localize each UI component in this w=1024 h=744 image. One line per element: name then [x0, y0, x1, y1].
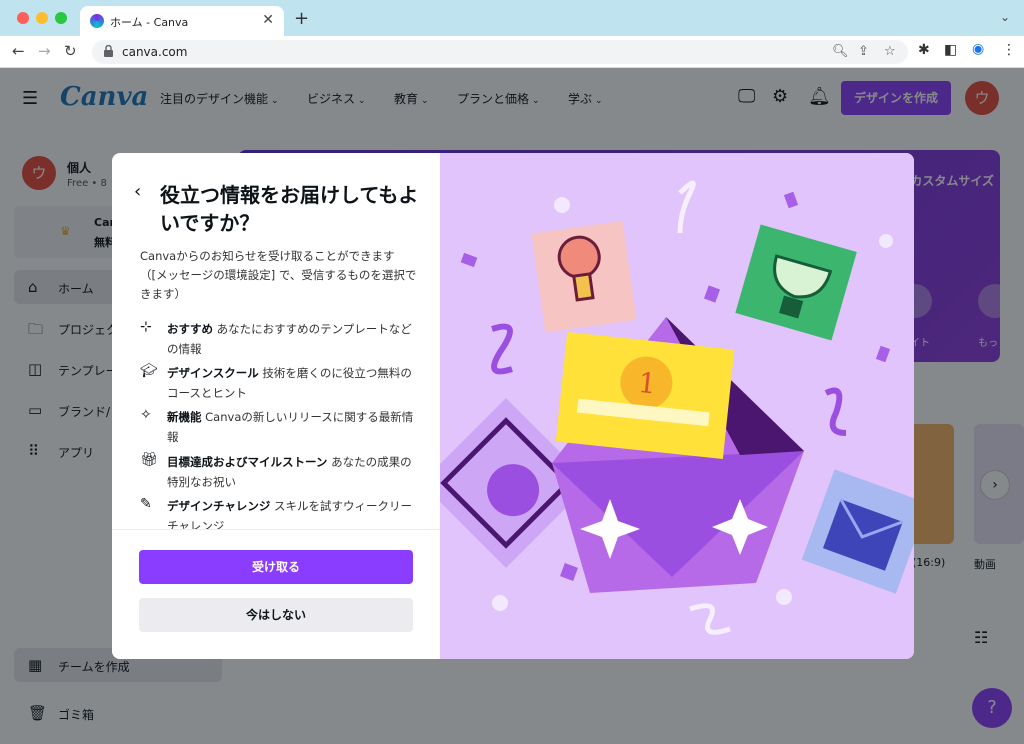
modal-footer: 受け取る 今はしない: [112, 529, 440, 659]
svg-text:1: 1: [637, 366, 658, 401]
accept-button[interactable]: 受け取る: [139, 550, 413, 584]
pencil-icon: ✎: [140, 496, 152, 512]
feature-item: 🎁︎ 目標達成およびマイルストーン あなたの成果の特別なお祝い: [140, 452, 418, 492]
modal-title: 役立つ情報をお届けしてもよいですか？: [160, 183, 419, 235]
minimize-window-button[interactable]: [36, 12, 48, 24]
feature-title: デザインチャレンジ: [167, 499, 271, 513]
gift-icon: 🎁︎: [140, 452, 158, 468]
illustration-panel: 1: [421, 153, 914, 659]
side-panel-icon[interactable]: ◧: [944, 42, 957, 58]
maximize-window-button[interactable]: [55, 12, 67, 24]
new-tab-icon[interactable]: +: [294, 8, 309, 29]
feature-title: 新機能: [167, 410, 202, 424]
envelope-illustration: 1: [421, 180, 914, 635]
extensions-puzzle-icon[interactable]: ✱: [918, 42, 930, 58]
zoom-icon[interactable]: 🔍︎: [832, 44, 849, 59]
feature-title: 目標達成およびマイルストーン: [167, 455, 328, 469]
not-now-button[interactable]: 今はしない: [139, 598, 413, 632]
graduation-cap-icon: 🎓︎: [140, 363, 158, 379]
url-field[interactable]: canva.com 🔍︎ ⇪ ☆: [92, 40, 908, 64]
feature-item: ✧ 新機能 Canvaの新しいリリースに関する最新情報: [140, 407, 418, 447]
tab-title: ホーム - Canva: [110, 16, 189, 29]
url-text: canva.com: [122, 45, 188, 59]
reload-icon[interactable]: ↻: [64, 42, 77, 60]
tab-search-chevron-icon[interactable]: ⌄: [1000, 10, 1010, 24]
notification-consent-modal: ‹ 役立つ情報をお届けしてもよいですか？ Canvaからのお知らせを受け取ること…: [112, 153, 914, 659]
share-icon[interactable]: ⇪: [858, 44, 869, 59]
forward-arrow-icon[interactable]: →: [38, 42, 51, 60]
bookmark-star-icon[interactable]: ☆: [884, 44, 896, 59]
feature-text: Canvaの新しいリリースに関する最新情報: [167, 410, 414, 444]
back-chevron-icon[interactable]: ‹: [134, 181, 141, 202]
back-arrow-icon[interactable]: ←: [12, 42, 25, 60]
browser-tab[interactable]: ホーム - Canva ✕: [80, 6, 284, 36]
sparkles-icon: ✧: [140, 407, 152, 423]
feature-title: おすすめ: [167, 322, 213, 336]
sparkle-card-icon: ⊹: [140, 319, 152, 335]
address-bar: ← → ↻ canva.com 🔍︎ ⇪ ☆ ✱ ◧ ◉ ⋮: [0, 36, 1024, 68]
feature-item: ⊹ おすすめ あなたにおすすめのテンプレートなどの情報: [140, 319, 418, 359]
feature-title: デザインスクール: [167, 366, 259, 380]
lock-icon: [104, 45, 113, 57]
tab-close-icon[interactable]: ✕: [262, 12, 274, 28]
modal-content: ‹ 役立つ情報をお届けしてもよいですか？ Canvaからのお知らせを受け取ること…: [112, 153, 440, 659]
profile-extension-icon[interactable]: ◉: [972, 41, 984, 57]
browser-tab-bar: ホーム - Canva ✕ + ⌄: [0, 0, 1024, 36]
modal-description: Canvaからのお知らせを受け取ることができます（[メッセージの環境設定] で、…: [140, 249, 417, 301]
canva-favicon-icon: [90, 14, 104, 28]
feature-item: 🎓︎ デザインスクール 技術を磨くのに役立つ無料のコースとヒント: [140, 363, 418, 403]
browser-menu-icon[interactable]: ⋮: [1002, 42, 1016, 58]
close-window-button[interactable]: [17, 12, 29, 24]
